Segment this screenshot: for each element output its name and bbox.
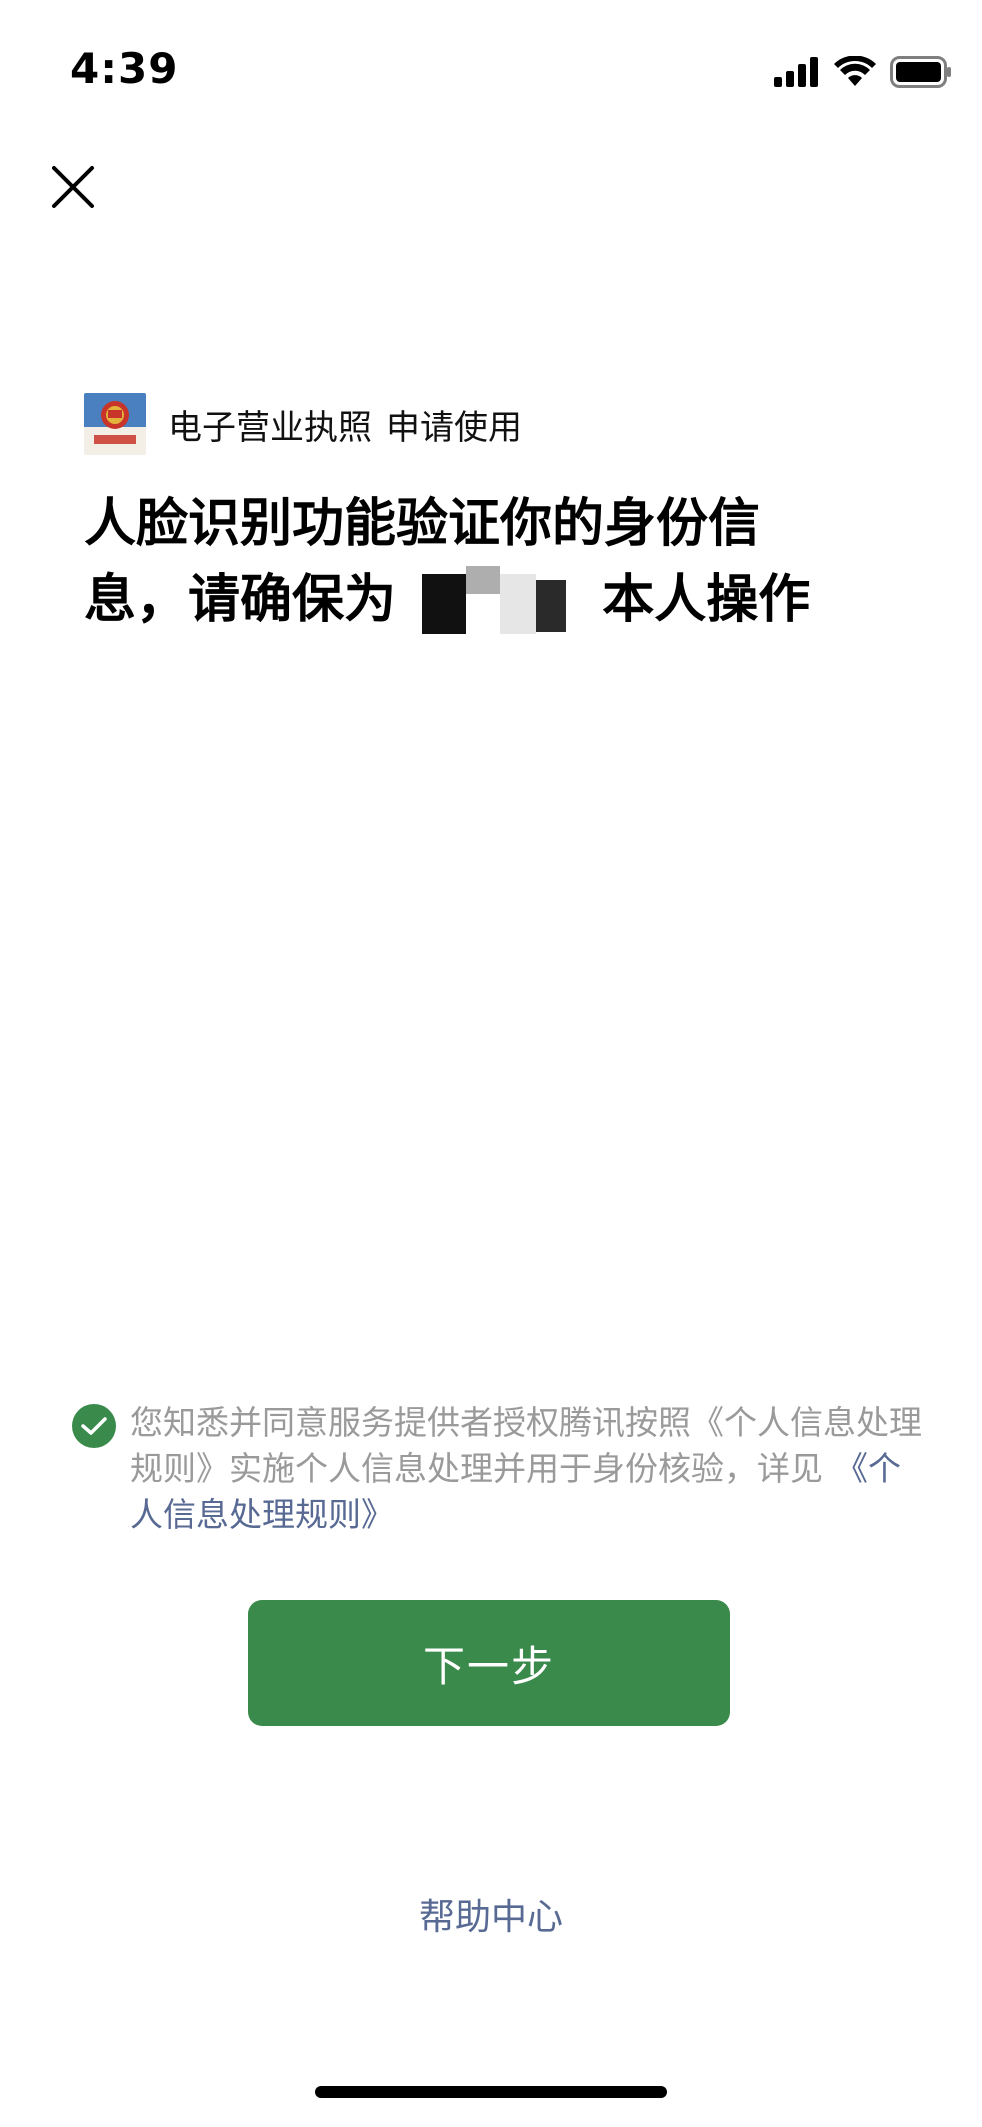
title-line-2-suffix: 本人操作 — [602, 570, 811, 630]
face-verification-screen: 4:39 电子营业执照 申请使用 人脸识别功能验证你的身份信 息，请确保为 本人… — [0, 0, 982, 2127]
page-title: 人脸识别功能验证你的身份信 息，请确保为 本人操作 — [84, 486, 914, 638]
home-indicator — [315, 2086, 667, 2098]
consent-agreement: 您知悉并同意服务提供者授权腾讯按照《个人信息处理规则》实施个人信息处理并用于身份… — [72, 1400, 922, 1538]
app-name: 电子营业执照 — [168, 407, 372, 448]
close-icon — [52, 166, 94, 208]
redacted-user-name — [414, 562, 584, 638]
wifi-icon — [834, 56, 876, 86]
consent-checkbox[interactable] — [72, 1404, 116, 1448]
app-request-label: 电子营业执照 申请使用 — [168, 400, 522, 449]
help-center-link[interactable]: 帮助中心 — [0, 1888, 982, 1940]
next-step-button[interactable]: 下一步 — [248, 1600, 730, 1726]
status-icons — [774, 52, 952, 92]
consent-text: 您知悉并同意服务提供者授权腾讯按照《个人信息处理规则》实施个人信息处理并用于身份… — [130, 1400, 922, 1538]
app-logo — [84, 393, 146, 455]
close-button[interactable] — [48, 162, 98, 212]
battery-icon — [890, 56, 951, 88]
status-time: 4:39 — [70, 44, 179, 93]
cellular-signal-icon — [774, 57, 818, 87]
requesting-app-info: 电子营业执照 申请使用 — [84, 392, 522, 456]
status-bar: 4:39 — [0, 0, 982, 140]
checkmark-icon — [81, 1417, 107, 1435]
national-emblem-icon — [84, 393, 146, 455]
title-line-1: 人脸识别功能验证你的身份信 — [84, 494, 761, 554]
consent-body: 您知悉并同意服务提供者授权腾讯按照《个人信息处理规则》实施个人信息处理并用于身份… — [130, 1403, 922, 1488]
title-line-2-prefix: 息，请确保为 — [84, 570, 397, 630]
app-action: 申请使用 — [386, 407, 522, 448]
